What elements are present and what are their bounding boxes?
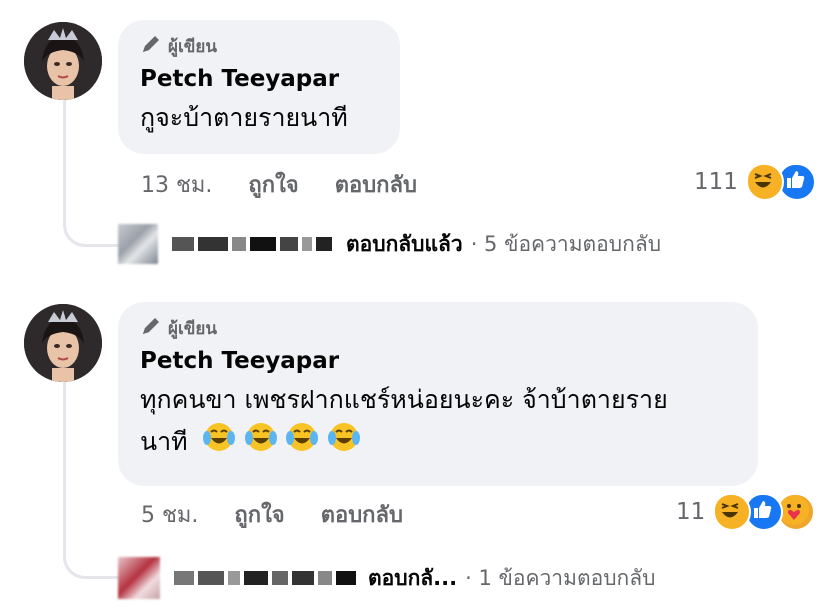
comment-timestamp[interactable]: 13 ชม.: [141, 167, 212, 202]
reply-author-avatar: [118, 557, 160, 599]
reply-author-name-blurred: [174, 571, 360, 585]
tears-of-joy-icon: [244, 420, 278, 466]
comment-text-line-1: ทุกคนขา เพชรฝากแชร์หน่อยนะคะ จ้าบ้าตายรา…: [140, 385, 668, 414]
tears-of-joy-icon: [327, 420, 361, 466]
reaction-count: 11: [676, 499, 706, 525]
comment-meta: 13 ชม. ถูกใจ ตอบกลับ: [141, 168, 417, 200]
reaction-summary[interactable]: 111: [694, 163, 816, 201]
comment-text-line-2-word: นาที: [140, 427, 188, 456]
reply-button[interactable]: ตอบกลับ: [321, 497, 403, 532]
reply-author-name-blurred: [172, 237, 336, 251]
reply-status: ตอบกลั...: [368, 565, 458, 590]
tears-of-joy-icon: [285, 420, 319, 466]
author-badge: ผู้เขียน: [140, 34, 380, 58]
author-name[interactable]: Petch Teeyapar: [140, 348, 738, 374]
comment-bubble: ผู้เขียน Petch Teeyapar กูจะบ้าตายรายนาท…: [118, 20, 400, 154]
author-avatar[interactable]: [24, 304, 102, 382]
reply-author-avatar: [118, 224, 158, 264]
profile-photo: [24, 304, 102, 382]
like-button[interactable]: ถูกใจ: [248, 167, 298, 202]
author-badge: ผู้เขียน: [140, 316, 738, 340]
author-badge-label: ผู้เขียน: [168, 36, 217, 57]
haha-icon: [713, 493, 752, 531]
thread-line-1-curve: [63, 200, 120, 247]
thread-line-2: [63, 382, 66, 522]
tears-of-joy-icon: [202, 420, 236, 466]
comment-text: กูจะบ้าตายรายนาที: [140, 103, 348, 132]
pen-icon: [140, 33, 162, 60]
author-badge-label: ผู้เขียน: [168, 318, 217, 339]
author-name[interactable]: Petch Teeyapar: [140, 66, 380, 92]
pen-icon: [140, 315, 162, 342]
comment-bubble: ผู้เขียน Petch Teeyapar ทุกคนขา เพชรฝากแ…: [118, 302, 758, 486]
reply-preview[interactable]: ตอบกลับแล้ว · 5 ข้อความตอบกลับ: [118, 224, 661, 264]
reply-count[interactable]: · 5 ข้อความตอบกลับ: [471, 228, 661, 261]
reaction-summary[interactable]: 11: [676, 493, 816, 531]
comment-text-line-2: นาที: [140, 420, 738, 466]
reply-preview[interactable]: ตอบกลั... · 1 ข้อความตอบกลับ: [118, 557, 655, 599]
haha-icon: [745, 163, 784, 201]
reply-count[interactable]: · 1 ข้อความตอบกลับ: [465, 562, 655, 595]
reply-button[interactable]: ตอบกลับ: [335, 167, 417, 202]
thread-line-2-curve: [63, 510, 120, 579]
author-avatar[interactable]: [24, 22, 102, 100]
profile-photo: [24, 22, 102, 100]
like-button[interactable]: ถูกใจ: [234, 497, 284, 532]
reaction-count: 111: [694, 169, 738, 195]
comment-timestamp[interactable]: 5 ชม.: [141, 497, 198, 532]
comment-meta: 5 ชม. ถูกใจ ตอบกลับ: [141, 498, 403, 530]
reply-status: ตอบกลับแล้ว: [346, 231, 463, 256]
